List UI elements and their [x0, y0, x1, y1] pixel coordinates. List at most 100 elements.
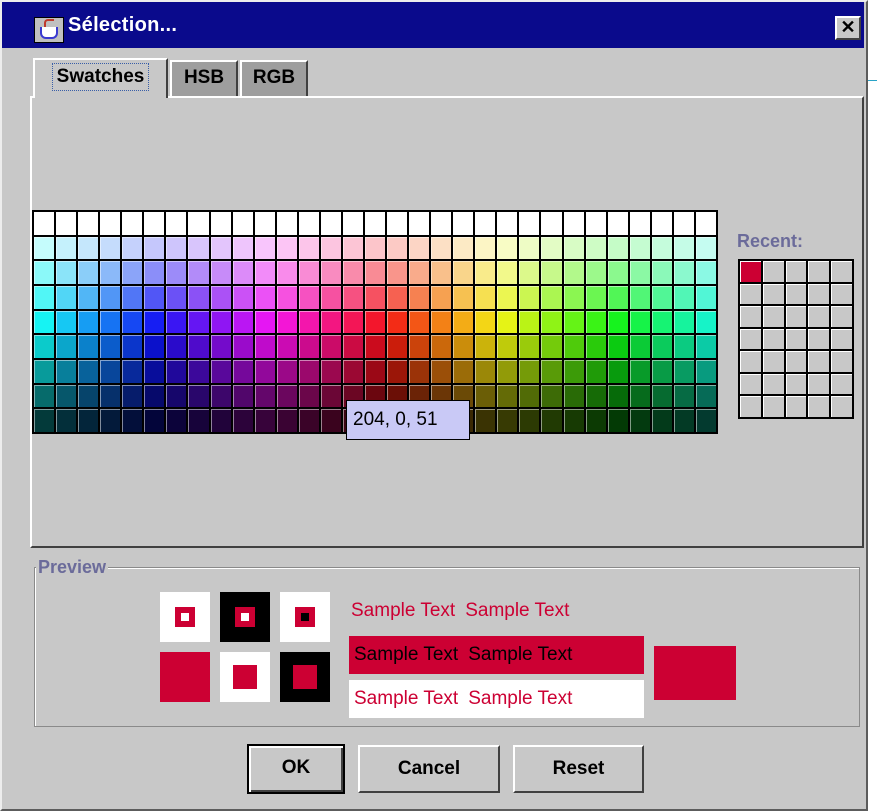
- color-swatch[interactable]: [497, 236, 518, 260]
- color-swatch[interactable]: [453, 286, 474, 309]
- color-swatch[interactable]: [673, 335, 694, 358]
- color-swatch[interactable]: [100, 360, 121, 383]
- color-swatch[interactable]: [298, 310, 319, 334]
- color-swatch[interactable]: [563, 212, 584, 235]
- tab-rgb[interactable]: RGB: [240, 60, 308, 96]
- recent-swatch[interactable]: [785, 283, 807, 305]
- color-swatch[interactable]: [276, 236, 297, 260]
- color-swatch[interactable]: [453, 335, 474, 358]
- color-swatch[interactable]: [673, 261, 694, 284]
- color-swatch[interactable]: [144, 384, 165, 408]
- color-swatch[interactable]: [78, 212, 99, 235]
- color-swatch[interactable]: [122, 409, 143, 432]
- recent-swatch[interactable]: [740, 306, 761, 327]
- color-swatch[interactable]: [232, 360, 253, 383]
- color-swatch[interactable]: [541, 212, 562, 235]
- color-swatch[interactable]: [100, 261, 121, 284]
- recent-swatch[interactable]: [762, 373, 784, 395]
- color-swatch[interactable]: [431, 286, 452, 309]
- color-swatch[interactable]: [100, 236, 121, 260]
- color-swatch[interactable]: [541, 360, 562, 383]
- color-swatch[interactable]: [320, 261, 341, 284]
- color-swatch[interactable]: [585, 261, 606, 284]
- color-swatch[interactable]: [188, 384, 209, 408]
- color-swatch[interactable]: [453, 310, 474, 334]
- color-swatch[interactable]: [34, 261, 55, 284]
- recent-swatch[interactable]: [831, 351, 852, 372]
- tab-hsb[interactable]: HSB: [170, 60, 238, 96]
- color-swatch[interactable]: [100, 310, 121, 334]
- color-swatch[interactable]: [431, 212, 452, 235]
- color-swatch[interactable]: [144, 409, 165, 432]
- color-swatch[interactable]: [122, 212, 143, 235]
- color-swatch[interactable]: [298, 286, 319, 309]
- color-swatch[interactable]: [34, 236, 55, 260]
- color-swatch[interactable]: [585, 310, 606, 334]
- color-swatch[interactable]: [210, 212, 231, 235]
- color-swatch[interactable]: [34, 286, 55, 309]
- color-swatch[interactable]: [232, 286, 253, 309]
- recent-swatch[interactable]: [831, 328, 852, 350]
- color-swatch[interactable]: [254, 409, 275, 432]
- color-swatch[interactable]: [188, 236, 209, 260]
- color-swatch[interactable]: [100, 384, 121, 408]
- recent-swatch[interactable]: [808, 283, 830, 305]
- color-swatch[interactable]: [122, 286, 143, 309]
- color-swatch[interactable]: [563, 286, 584, 309]
- color-swatch[interactable]: [475, 360, 496, 383]
- color-swatch[interactable]: [298, 360, 319, 383]
- color-swatch[interactable]: [78, 261, 99, 284]
- color-swatch[interactable]: [497, 384, 518, 408]
- color-swatch[interactable]: [387, 335, 408, 358]
- color-swatch[interactable]: [254, 360, 275, 383]
- color-swatch[interactable]: [144, 360, 165, 383]
- color-swatch[interactable]: [56, 286, 77, 309]
- color-swatch[interactable]: [519, 384, 540, 408]
- color-swatch[interactable]: [342, 310, 363, 334]
- recent-swatch[interactable]: [740, 328, 761, 350]
- color-swatch[interactable]: [254, 212, 275, 235]
- color-swatch[interactable]: [695, 409, 716, 432]
- color-swatch[interactable]: [276, 310, 297, 334]
- close-button[interactable]: ✕: [835, 16, 861, 40]
- color-swatch[interactable]: [144, 236, 165, 260]
- color-swatch[interactable]: [387, 212, 408, 235]
- color-swatch[interactable]: [188, 409, 209, 432]
- color-swatch[interactable]: [210, 236, 231, 260]
- color-swatch[interactable]: [607, 384, 628, 408]
- color-swatch[interactable]: [320, 310, 341, 334]
- color-swatch[interactable]: [607, 286, 628, 309]
- color-swatch[interactable]: [541, 409, 562, 432]
- color-swatch[interactable]: [519, 212, 540, 235]
- color-swatch[interactable]: [232, 261, 253, 284]
- color-swatch[interactable]: [298, 261, 319, 284]
- color-swatch[interactable]: [276, 409, 297, 432]
- recent-swatch[interactable]: [831, 396, 852, 417]
- color-swatch[interactable]: [166, 261, 187, 284]
- color-swatch[interactable]: [629, 409, 650, 432]
- color-swatch[interactable]: [166, 212, 187, 235]
- color-swatch[interactable]: [541, 261, 562, 284]
- reset-button[interactable]: Reset: [513, 745, 644, 793]
- color-swatch[interactable]: [364, 310, 386, 334]
- color-swatch[interactable]: [320, 335, 341, 358]
- recent-swatch[interactable]: [808, 396, 830, 417]
- color-swatch[interactable]: [298, 384, 319, 408]
- color-swatch[interactable]: [188, 360, 209, 383]
- color-swatch[interactable]: [585, 360, 606, 383]
- color-swatch[interactable]: [607, 335, 628, 358]
- color-swatch[interactable]: [188, 261, 209, 284]
- color-swatch[interactable]: [210, 261, 231, 284]
- color-swatch[interactable]: [695, 286, 716, 309]
- color-swatch[interactable]: [320, 360, 341, 383]
- color-swatch[interactable]: [497, 360, 518, 383]
- color-swatch[interactable]: [56, 310, 77, 334]
- color-swatch[interactable]: [364, 286, 386, 309]
- color-swatch[interactable]: [563, 360, 584, 383]
- recent-swatch[interactable]: [808, 328, 830, 350]
- color-swatch[interactable]: [673, 212, 694, 235]
- recent-swatch[interactable]: [740, 373, 761, 395]
- color-swatch[interactable]: [254, 261, 275, 284]
- color-swatch[interactable]: [56, 360, 77, 383]
- color-swatch[interactable]: [210, 360, 231, 383]
